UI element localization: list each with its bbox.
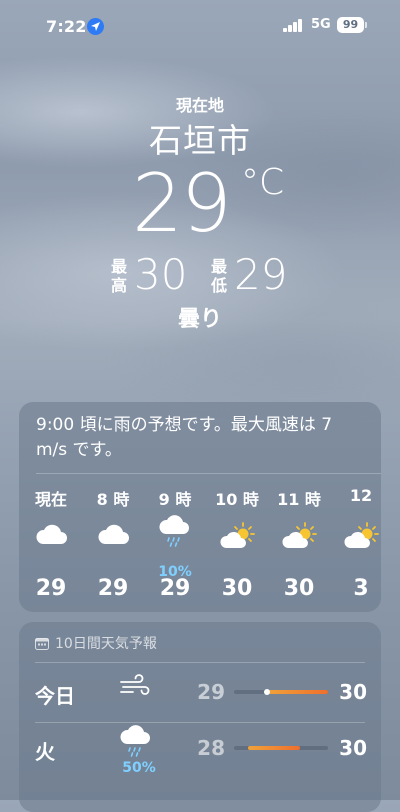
status-bar: 7:22 5G 99 bbox=[0, 0, 400, 52]
condition-label: 曇り bbox=[177, 307, 222, 332]
hour-icon-wrap: 10% bbox=[150, 514, 200, 580]
temp-range-fill bbox=[248, 746, 300, 750]
temp-range-fill bbox=[266, 690, 328, 694]
day-row[interactable]: 今日 29 30 bbox=[19, 666, 381, 718]
status-time: 7:22 bbox=[46, 17, 87, 36]
forecast-summary: 9:00 頃に雨の予想です。最大風速は 7 m/s です。 bbox=[36, 415, 333, 460]
hour-item: 現在 29 bbox=[26, 486, 76, 601]
day-row[interactable]: 火 50% 28 30 bbox=[19, 722, 381, 776]
hour-temp: 30 bbox=[221, 576, 253, 601]
hour-icon-wrap bbox=[336, 514, 381, 560]
precip-chance: 50% bbox=[122, 760, 156, 776]
high-label: 最高 bbox=[110, 257, 127, 295]
day-high: 30 bbox=[339, 736, 367, 760]
hour-temp: 30 bbox=[283, 576, 315, 601]
high-temp: 30 bbox=[134, 250, 188, 299]
hour-item: 9 時 10% 29 bbox=[150, 486, 200, 601]
ten-day-forecast-card[interactable]: 10日間天気予報 今日 29 30 火 50% 28 30 bbox=[19, 622, 381, 812]
divider bbox=[36, 473, 381, 474]
partly-sunny-icon bbox=[344, 522, 380, 554]
hour-label: 8 時 bbox=[96, 490, 130, 509]
city-name: 石垣市 bbox=[149, 121, 251, 160]
hour-label: 現在 bbox=[34, 490, 67, 509]
rain-cloud-icon bbox=[158, 514, 190, 552]
cloud-icon bbox=[96, 522, 130, 550]
calendar-icon bbox=[35, 637, 49, 654]
day-name: 火 bbox=[35, 740, 55, 764]
network-type: 5G bbox=[311, 17, 331, 32]
cloud-icon bbox=[34, 522, 68, 550]
cellular-signal-icon bbox=[283, 19, 303, 32]
hour-icon-wrap bbox=[274, 514, 324, 560]
partly-sunny-icon bbox=[220, 522, 256, 554]
temperature-unit: °C bbox=[241, 162, 285, 203]
precip-chance: 10% bbox=[158, 564, 192, 580]
temp-range-bar bbox=[234, 689, 328, 695]
hourly-forecast-card[interactable]: 9:00 頃に雨の予想です。最大風速は 7 m/s です。 現在 29 8 時 29 9… bbox=[19, 402, 381, 612]
hour-temp: 3 bbox=[353, 576, 369, 601]
hour-temp: 29 bbox=[97, 576, 129, 601]
hour-label: 11 時 bbox=[277, 490, 321, 509]
current-temp-dot bbox=[263, 689, 270, 695]
hour-item: 10 時 30 bbox=[212, 486, 262, 601]
partly-sunny-icon bbox=[282, 522, 318, 554]
hour-item: 12 3 bbox=[336, 486, 381, 601]
hour-icon-wrap bbox=[88, 514, 138, 560]
current-temperature: 29 °C bbox=[0, 156, 400, 256]
hour-item: 11 時 30 bbox=[274, 486, 324, 601]
hour-item: 8 時 29 bbox=[88, 486, 138, 601]
battery-icon: 99 bbox=[337, 17, 364, 33]
wind-icon bbox=[119, 674, 159, 714]
ten-day-title: 10日間天気予報 bbox=[55, 636, 157, 652]
day-name: 今日 bbox=[35, 684, 75, 708]
location-label: 現在地 bbox=[175, 96, 224, 115]
location-arrow-icon bbox=[87, 18, 104, 35]
low-label: 最低 bbox=[210, 257, 227, 295]
ten-day-header: 10日間天気予報 bbox=[35, 633, 157, 654]
battery-tip bbox=[365, 22, 367, 28]
hour-temp: 29 bbox=[35, 576, 67, 601]
day-high: 30 bbox=[339, 680, 367, 704]
hour-icon-wrap bbox=[26, 514, 76, 560]
hour-label: 12 bbox=[349, 486, 373, 505]
rain-cloud-icon bbox=[119, 724, 159, 764]
hour-label: 10 時 bbox=[215, 490, 259, 509]
temperature-value: 29 bbox=[132, 157, 232, 250]
hour-icon-wrap bbox=[212, 514, 262, 560]
day-low: 29 bbox=[197, 680, 225, 704]
temp-range-bar bbox=[234, 746, 328, 750]
day-low: 28 bbox=[197, 736, 225, 760]
hour-label: 9 時 bbox=[158, 490, 192, 509]
low-temp: 29 bbox=[234, 250, 288, 299]
divider bbox=[35, 662, 365, 663]
